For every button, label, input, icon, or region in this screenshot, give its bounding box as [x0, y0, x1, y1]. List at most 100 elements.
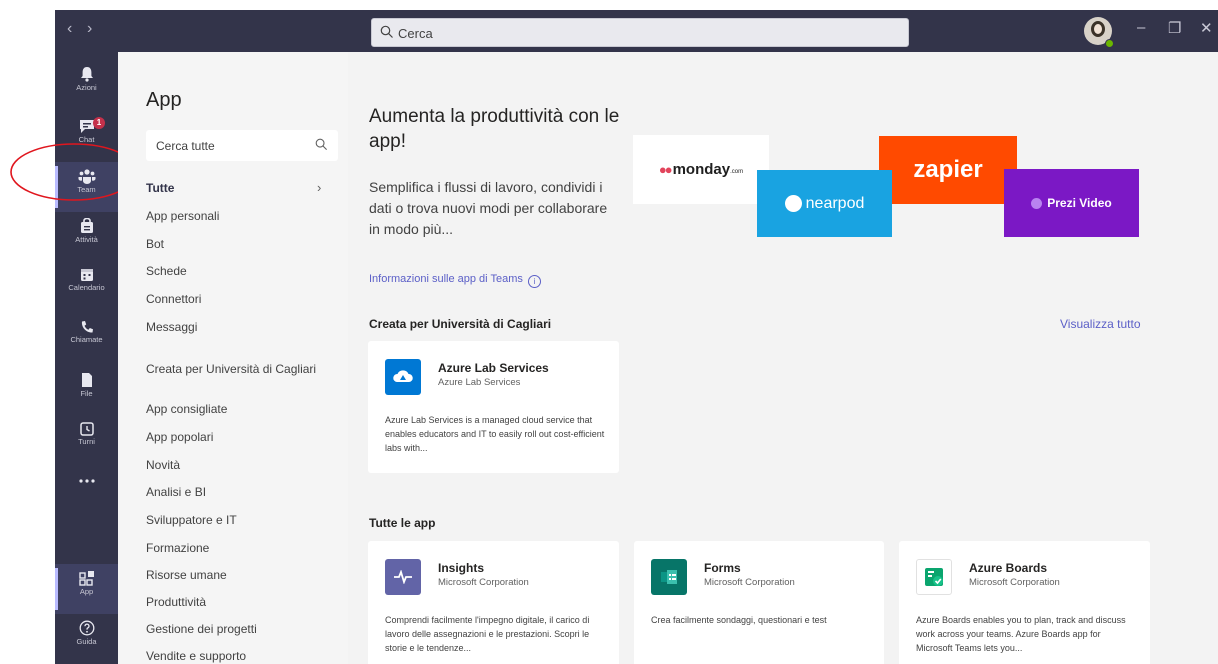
app-description: Crea facilmente sondaggi, questionari e … [651, 615, 827, 625]
back-icon[interactable]: ‹ [67, 21, 72, 37]
category-item[interactable]: App personali [146, 209, 219, 223]
category-item[interactable]: Produttività [146, 595, 206, 609]
app-card-forms[interactable]: Forms Microsoft Corporation Crea facilme… [634, 541, 884, 664]
chevron-right-icon: › [317, 180, 322, 195]
rail-item-file[interactable]: File [55, 366, 118, 416]
logo-text: zapier [913, 156, 983, 183]
search-placeholder: Cerca tutte [156, 139, 215, 153]
close-button[interactable]: ✕ [1200, 19, 1213, 37]
rail-item-label: Chiamate [70, 335, 103, 344]
phone-icon [81, 321, 93, 333]
insights-icon [385, 559, 421, 595]
category-item[interactable]: Formazione [146, 541, 209, 555]
apps-search-input[interactable]: Cerca tutte [146, 130, 338, 161]
app-description: Azure Lab Services is a managed cloud se… [385, 415, 605, 453]
prezi-logo[interactable]: Prezi Video [1004, 169, 1139, 237]
app-name: Forms [704, 561, 741, 575]
minimize-button[interactable]: – [1137, 19, 1145, 36]
app-description: Azure Boards enables you to plan, track … [916, 615, 1126, 653]
category-item[interactable]: Schede [146, 264, 187, 278]
category-tutte[interactable]: Tutte [146, 181, 174, 195]
rail-item-label: File [80, 389, 93, 398]
help-icon [79, 620, 94, 636]
category-item[interactable]: Novità [146, 458, 180, 472]
app-publisher: Microsoft Corporation [438, 577, 529, 588]
azure-boards-icon [916, 559, 952, 595]
prezi-mark-icon [1031, 197, 1043, 209]
search-icon [380, 25, 393, 38]
rail-item-guida[interactable]: Guida [55, 614, 118, 664]
app-card-azure-lab-services[interactable]: Azure Lab Services Azure Lab Services Az… [368, 341, 619, 473]
rail-item-app[interactable]: App [55, 564, 118, 614]
title-bar: ‹ › Cerca – ❐ ✕ [55, 10, 1218, 52]
category-item[interactable]: Bot [146, 237, 164, 251]
apps-main-content: Aumenta la produttività con le app! Semp… [348, 52, 1218, 664]
calendar-icon [80, 269, 93, 281]
section-heading-all: Tutte le app [369, 516, 436, 530]
search-input[interactable]: Cerca [371, 18, 909, 47]
app-publisher: Microsoft Corporation [704, 577, 795, 588]
rail-item-label: Attività [75, 235, 98, 244]
app-publisher: Microsoft Corporation [969, 577, 1060, 588]
category-item[interactable]: Sviluppatore e IT [146, 513, 237, 527]
hero-subtitle: Semplifica i flussi di lavoro, condividi… [369, 179, 608, 237]
chat-icon [79, 120, 94, 133]
category-item[interactable]: Gestione dei progetti [146, 622, 257, 636]
forms-icon [651, 559, 687, 595]
category-item[interactable]: App popolari [146, 430, 213, 444]
see-all-link[interactable]: Visualizza tutto [1060, 317, 1141, 331]
search-placeholder: Cerca [398, 26, 433, 41]
category-item[interactable]: Vendite e supporto [146, 649, 246, 663]
search-icon [315, 138, 328, 151]
rail-item-turni[interactable]: Turni [55, 416, 118, 466]
rail-item-label: Turni [78, 437, 95, 446]
learn-about-apps-link[interactable]: Informazioni sulle app di Teams i [369, 273, 541, 288]
category-item[interactable]: App consigliate [146, 402, 227, 416]
app-card-azure-boards[interactable]: Azure Boards Microsoft Corporation Azure… [899, 541, 1150, 664]
more-icon [78, 479, 95, 483]
logo-suffix: .com [730, 168, 744, 175]
presence-status-icon [1105, 39, 1114, 48]
rail-item-azioni[interactable]: Azioni [55, 60, 118, 110]
maximize-button[interactable]: ❐ [1168, 19, 1181, 37]
app-name: Azure Boards [969, 561, 1048, 575]
app-name: Insights [438, 561, 485, 575]
azure-lab-services-icon [385, 359, 421, 395]
section-heading-org: Creata per Università di Cagliari [369, 317, 552, 331]
logo-text: Prezi Video [1047, 196, 1112, 210]
rail-item-label: App [79, 587, 94, 596]
category-item[interactable]: Analisi e BI [146, 485, 206, 499]
zapier-logo[interactable]: zapier [879, 136, 1017, 204]
monday-logo[interactable]: ●● monday .com [633, 135, 769, 204]
logo-text: monday [672, 161, 731, 178]
page-title: App [146, 89, 182, 111]
app-name: Azure Lab Services [438, 361, 549, 375]
nearpod-mark-icon [784, 195, 802, 212]
category-item[interactable]: Creata per Università di Cagliari [146, 362, 316, 376]
forward-icon[interactable]: › [87, 21, 92, 37]
shifts-icon [79, 422, 94, 436]
rail-item-label: Guida [76, 637, 97, 646]
category-item[interactable]: Messaggi [146, 320, 197, 334]
category-item[interactable]: Risorse umane [146, 568, 227, 582]
unread-badge: 1 [93, 117, 105, 129]
monday-mark-icon: ●● [658, 162, 673, 177]
hero-title: Aumenta la produttività con le app! [369, 106, 620, 152]
more-apps-button[interactable] [55, 470, 118, 520]
apps-icon [78, 571, 94, 586]
app-card-insights[interactable]: Insights Microsoft Corporation Comprendi… [368, 541, 619, 664]
app-publisher: Azure Lab Services [438, 377, 521, 388]
category-item[interactable]: Connettori [146, 292, 201, 306]
rail-item-label: Azioni [76, 83, 97, 92]
file-icon [81, 373, 92, 387]
apps-category-panel: App Cerca tutte Tutte › App personali Bo… [118, 52, 348, 664]
nearpod-logo[interactable]: nearpod [757, 170, 892, 237]
app-description: Comprendi facilmente l'impegno digitale,… [385, 615, 590, 653]
assignments-icon [80, 218, 93, 233]
logo-text: nearpod [805, 194, 865, 212]
rail-item-calendario[interactable]: Calendario [55, 262, 118, 312]
rail-item-label: Calendario [68, 283, 105, 292]
info-icon: i [527, 275, 541, 288]
rail-item-chiamate[interactable]: Chiamate [55, 314, 118, 364]
rail-item-attivita[interactable]: Attività [55, 212, 118, 262]
